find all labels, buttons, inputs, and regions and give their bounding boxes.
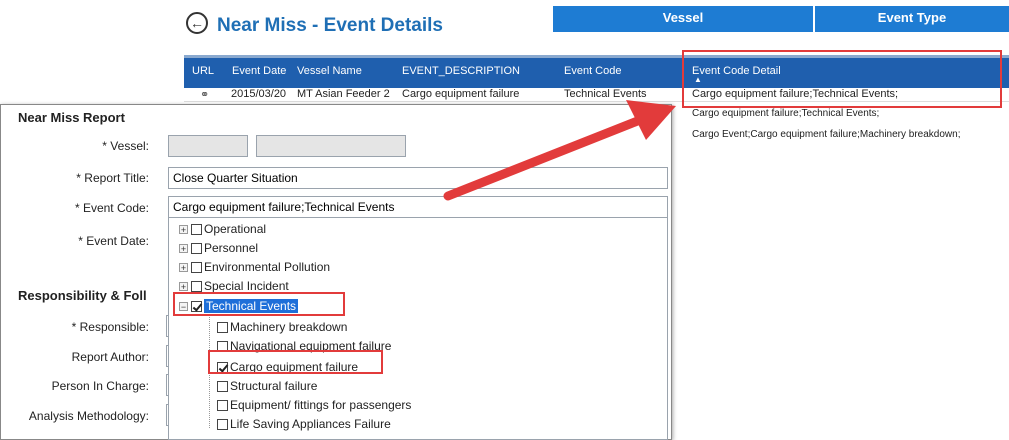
section-responsibility: Responsibility & Foll bbox=[18, 288, 147, 303]
event-code-label: * Event Code: bbox=[74, 201, 149, 215]
tab-event-type[interactable]: Event Type bbox=[815, 6, 1009, 32]
list-item: Cargo equipment failure;Technical Events… bbox=[692, 108, 880, 119]
tree-item-structural-failure[interactable]: Structural failure bbox=[217, 378, 317, 394]
expand-icon[interactable]: + bbox=[179, 244, 188, 254]
tree-item-label: Machinery breakdown bbox=[230, 320, 348, 334]
checkbox[interactable] bbox=[191, 262, 202, 273]
person-in-charge-label: Person In Charge: bbox=[51, 379, 149, 393]
vessel-label: * Vessel: bbox=[102, 139, 149, 153]
tree-item-personnel[interactable]: + Personnel bbox=[179, 240, 258, 256]
tab-vessel[interactable]: Vessel bbox=[553, 6, 813, 32]
tree-item-environmental-pollution[interactable]: + Environmental Pollution bbox=[179, 259, 330, 275]
list-item: Cargo Event;Cargo equipment failure;Mach… bbox=[692, 129, 961, 140]
event-code-field[interactable]: Cargo equipment failure;Technical Events bbox=[168, 196, 668, 218]
highlight-box-cargo-equipment bbox=[208, 350, 383, 374]
checkbox[interactable] bbox=[191, 281, 202, 292]
report-title-field[interactable]: Close Quarter Situation bbox=[168, 167, 668, 189]
checkbox[interactable] bbox=[191, 224, 202, 235]
report-author-label: Report Author: bbox=[71, 350, 149, 364]
tree-item-operational[interactable]: + Operational bbox=[179, 221, 266, 237]
tree-item-life-saving-appliances[interactable]: Life Saving Appliances Failure bbox=[217, 416, 391, 432]
event-code-tree-dropdown[interactable]: + Operational + Personnel + Environmental P… bbox=[168, 218, 668, 440]
column-event-code[interactable]: Event Code bbox=[564, 65, 621, 77]
vessel-code-field[interactable] bbox=[168, 135, 248, 157]
page-title: Near Miss - Event Details bbox=[217, 15, 443, 36]
near-miss-report-window: Near Miss Report * Vessel: * Report Titl… bbox=[0, 104, 672, 440]
column-event-date[interactable]: Event Date bbox=[232, 65, 286, 77]
link-icon[interactable]: ⚭ bbox=[200, 88, 209, 101]
checkbox[interactable] bbox=[217, 322, 228, 333]
tree-item-label: Special Incident bbox=[204, 279, 289, 293]
highlight-box-event-code-detail bbox=[682, 50, 1002, 108]
checkbox[interactable] bbox=[217, 400, 228, 411]
checkbox[interactable] bbox=[217, 419, 228, 430]
expand-icon[interactable]: + bbox=[179, 282, 188, 292]
tree-item-label: Life Saving Appliances Failure bbox=[230, 417, 391, 431]
tree-item-label: Operational bbox=[204, 222, 267, 236]
event-date-cell: 2015/03/20 bbox=[231, 88, 287, 100]
vessel-name-field[interactable] bbox=[256, 135, 406, 157]
form-title: Near Miss Report bbox=[18, 110, 125, 125]
responsible-label: * Responsible: bbox=[71, 320, 149, 334]
checkbox[interactable] bbox=[191, 243, 202, 254]
tree-item-label: Environmental Pollution bbox=[204, 260, 331, 274]
event-code-cell: Technical Events bbox=[564, 88, 647, 100]
expand-icon[interactable]: + bbox=[179, 263, 188, 273]
report-title-label: * Report Title: bbox=[76, 171, 149, 185]
column-vessel-name[interactable]: Vessel Name bbox=[297, 65, 362, 77]
vessel-name-cell: MT Asian Feeder 2 bbox=[297, 88, 390, 100]
analysis-methodology-label: Analysis Methodology: bbox=[28, 409, 149, 423]
tree-item-label: Structural failure bbox=[230, 379, 318, 393]
tree-item-label: Equipment/ fittings for passengers bbox=[230, 398, 412, 412]
tree-item-machinery-breakdown[interactable]: Machinery breakdown bbox=[217, 319, 347, 335]
highlight-box-technical-events bbox=[173, 292, 345, 316]
back-arrow-icon[interactable]: ← bbox=[186, 12, 208, 34]
expand-icon[interactable]: + bbox=[179, 225, 188, 235]
description-cell: Cargo equipment failure bbox=[402, 88, 520, 100]
event-date-label: * Event Date: bbox=[78, 234, 149, 248]
tree-item-label: Personnel bbox=[204, 241, 259, 255]
tree-item-equipment-fittings[interactable]: Equipment/ fittings for passengers bbox=[217, 397, 411, 413]
column-event-description[interactable]: EVENT_DESCRIPTION bbox=[402, 65, 520, 77]
column-url[interactable]: URL bbox=[192, 65, 214, 77]
checkbox[interactable] bbox=[217, 381, 228, 392]
